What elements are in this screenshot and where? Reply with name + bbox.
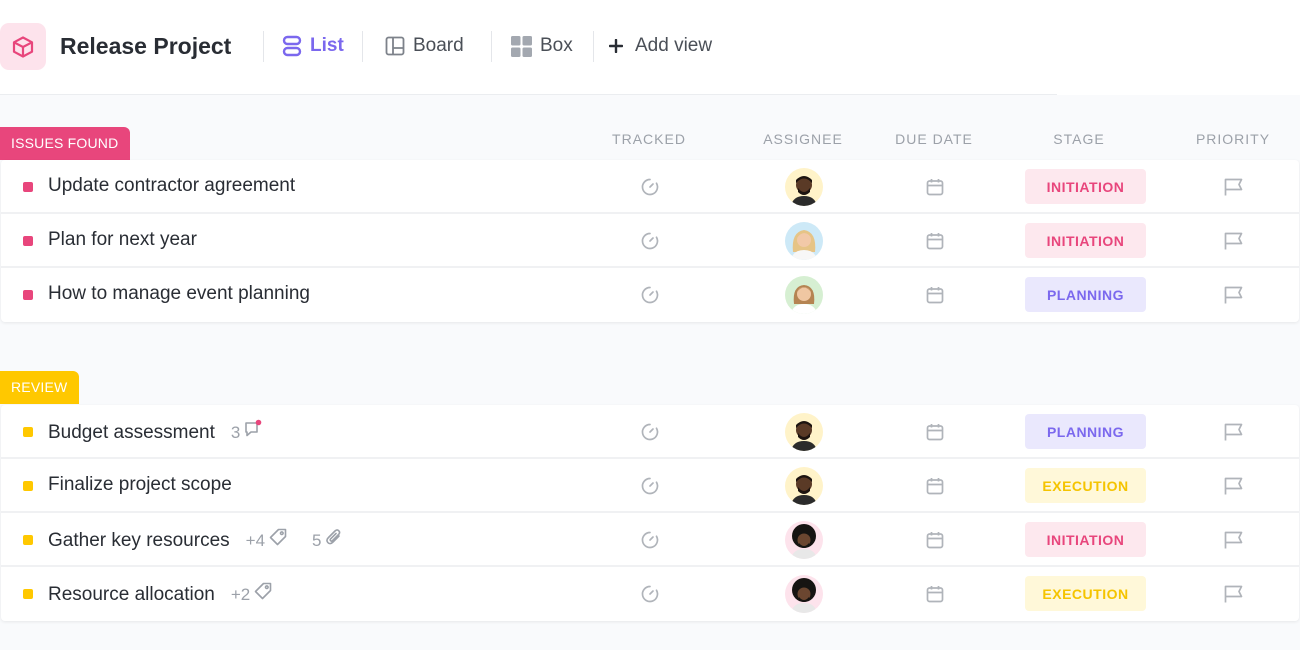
avatar-man-1[interactable] xyxy=(785,467,823,505)
timer-icon[interactable] xyxy=(640,422,660,447)
status-indicator[interactable] xyxy=(23,589,33,599)
table-row[interactable]: Resource allocation +2 EXECUTION xyxy=(1,567,1299,621)
flag-icon[interactable] xyxy=(1223,584,1244,609)
tab-board-label: Board xyxy=(413,35,464,56)
tab-box-view[interactable]: Box xyxy=(511,31,573,61)
calendar-icon[interactable] xyxy=(925,476,945,501)
table-row[interactable]: Plan for next year INITIATION xyxy=(1,214,1299,268)
task-name[interactable]: Gather key resources +4 5 xyxy=(48,527,343,554)
box-icon xyxy=(511,35,532,57)
stage-badge[interactable]: INITIATION xyxy=(1025,522,1146,557)
avatar-woman-2[interactable] xyxy=(785,276,823,314)
tab-list-view[interactable]: List xyxy=(282,31,344,61)
avatar-man-2[interactable] xyxy=(785,521,823,559)
task-name[interactable]: Update contractor agreement xyxy=(48,174,295,198)
tab-board-view[interactable]: Board xyxy=(385,31,464,61)
add-view-label: Add view xyxy=(635,35,713,56)
flag-icon[interactable] xyxy=(1223,231,1244,256)
stage-badge[interactable]: PLANNING xyxy=(1025,414,1146,449)
avatar-man-2[interactable] xyxy=(785,575,823,613)
avatar-man-1[interactable] xyxy=(785,413,823,451)
board-icon xyxy=(385,36,405,56)
flag-icon[interactable] xyxy=(1223,422,1244,447)
timer-icon[interactable] xyxy=(640,231,660,256)
avatar-woman-1[interactable] xyxy=(785,222,823,260)
paperclip-icon xyxy=(325,527,343,554)
status-indicator[interactable] xyxy=(23,182,33,192)
timer-icon[interactable] xyxy=(640,177,660,202)
stage-badge[interactable]: EXECUTION xyxy=(1025,468,1146,503)
tab-box-label: Box xyxy=(540,35,573,56)
stage-badge[interactable]: INITIATION xyxy=(1025,169,1146,204)
flag-icon[interactable] xyxy=(1223,285,1244,310)
task-name[interactable]: How to manage event planning xyxy=(48,282,310,306)
group-review: Budget assessment 3 PLANNING Finalize pr… xyxy=(1,405,1299,621)
comment-icon xyxy=(243,419,263,446)
stage-badge[interactable]: EXECUTION xyxy=(1025,576,1146,611)
table-row[interactable]: How to manage event planning PLANNING xyxy=(1,268,1299,322)
divider xyxy=(263,31,264,62)
task-name[interactable]: Finalize project scope xyxy=(48,473,232,497)
calendar-icon[interactable] xyxy=(925,231,945,256)
calendar-icon[interactable] xyxy=(925,285,945,310)
table-row[interactable]: Gather key resources +4 5 INITIATION xyxy=(1,513,1299,567)
calendar-icon[interactable] xyxy=(925,422,945,447)
table-row[interactable]: Finalize project scope EXECUTION xyxy=(1,459,1299,513)
attachment-count[interactable]: 5 xyxy=(312,527,342,554)
tag-count[interactable]: +4 xyxy=(246,527,288,554)
group-issues-found: Update contractor agreement INITIATION P… xyxy=(1,160,1299,322)
task-name[interactable]: Resource allocation +2 xyxy=(48,581,273,608)
table-row[interactable]: Update contractor agreement INITIATION xyxy=(1,160,1299,214)
tab-list-label: List xyxy=(310,35,344,56)
tag-icon xyxy=(253,581,273,608)
calendar-icon[interactable] xyxy=(925,584,945,609)
flag-icon[interactable] xyxy=(1223,476,1244,501)
column-header-tracked[interactable]: TRACKED xyxy=(612,131,686,147)
calendar-icon[interactable] xyxy=(925,530,945,555)
tag-count[interactable]: +2 xyxy=(231,581,273,608)
group-label-review[interactable]: REVIEW xyxy=(0,371,80,404)
group-label-issues-found[interactable]: ISSUES FOUND xyxy=(0,127,131,160)
flag-icon[interactable] xyxy=(1223,530,1244,555)
column-header-priority[interactable]: PRIORITY xyxy=(1196,131,1270,147)
status-indicator[interactable] xyxy=(23,290,33,300)
add-view-button[interactable]: Add view xyxy=(609,31,712,61)
timer-icon[interactable] xyxy=(640,285,660,310)
column-header-assignee[interactable]: ASSIGNEE xyxy=(763,131,843,147)
comment-count[interactable]: 3 xyxy=(231,419,263,446)
timer-icon[interactable] xyxy=(640,584,660,609)
status-indicator[interactable] xyxy=(23,427,33,437)
view-header: Release Project List Board Box Add view xyxy=(0,0,1300,95)
status-indicator[interactable] xyxy=(23,535,33,545)
divider xyxy=(593,31,594,62)
flag-icon[interactable] xyxy=(1223,177,1244,202)
table-row[interactable]: Budget assessment 3 PLANNING xyxy=(1,405,1299,459)
timer-icon[interactable] xyxy=(640,476,660,501)
status-indicator[interactable] xyxy=(23,481,33,491)
column-header-stage[interactable]: STAGE xyxy=(1053,131,1104,147)
timer-icon[interactable] xyxy=(640,530,660,555)
stage-badge[interactable]: INITIATION xyxy=(1025,223,1146,258)
header-divider xyxy=(0,94,1057,95)
project-title: Release Project xyxy=(60,33,232,59)
task-name[interactable]: Budget assessment 3 xyxy=(48,419,263,446)
tag-icon xyxy=(268,527,288,554)
list-icon xyxy=(282,35,302,57)
divider xyxy=(491,31,492,62)
column-header-due-date[interactable]: DUE DATE xyxy=(895,131,973,147)
status-indicator[interactable] xyxy=(23,236,33,246)
divider xyxy=(362,31,363,62)
plus-icon xyxy=(609,39,623,53)
task-name[interactable]: Plan for next year xyxy=(48,228,197,252)
stage-badge[interactable]: PLANNING xyxy=(1025,277,1146,312)
avatar-man-1[interactable] xyxy=(785,168,823,206)
cube-icon[interactable] xyxy=(0,23,46,70)
calendar-icon[interactable] xyxy=(925,177,945,202)
